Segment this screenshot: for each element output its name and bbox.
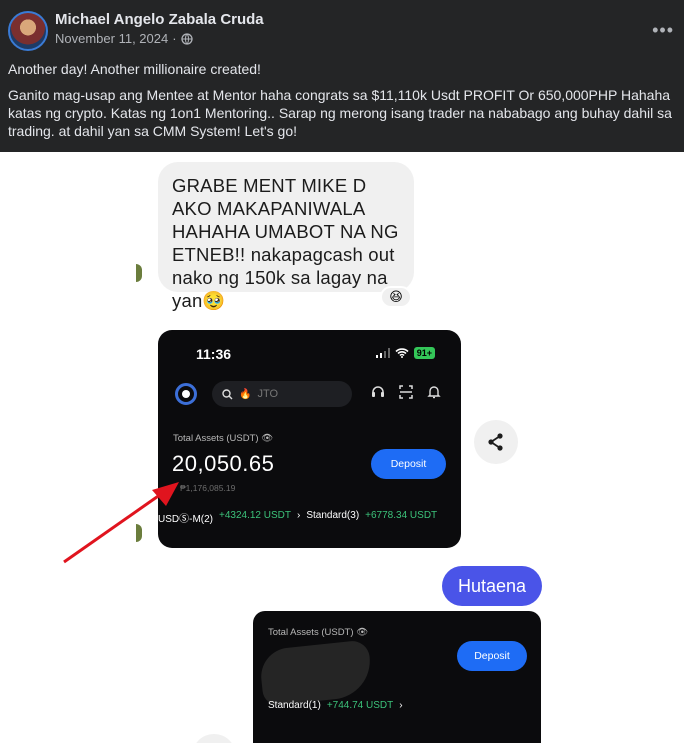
position-value-2: +6778.34 USDT: [365, 510, 438, 521]
author-avatar[interactable]: [8, 11, 48, 51]
status-time: 11:36: [196, 346, 232, 362]
globe-icon[interactable]: [180, 32, 193, 45]
position-value-1: +4324.12 USDT: [219, 510, 291, 521]
deposit-button-2[interactable]: Deposit: [457, 641, 527, 671]
total-assets-text-2: Total Assets (USDT): [268, 627, 354, 638]
status-bar-icons: 91+: [375, 347, 435, 359]
search-icon: [222, 388, 233, 399]
search-input[interactable]: 🔥 JTO: [212, 381, 352, 407]
eye-icon: 👁: [261, 433, 274, 444]
app-screenshot: 11:36 91+ 🔥 JTO Total Assets (USDT) 👁 20…: [158, 330, 461, 548]
total-assets-php: ₱1,176,085.19: [180, 483, 236, 493]
total-assets-label: Total Assets (USDT) 👁: [173, 433, 273, 444]
app-screenshot-2: Total Assets (USDT) 👁 Deposit Standard(1…: [253, 611, 541, 743]
deposit-button[interactable]: Deposit: [371, 449, 446, 479]
post-image[interactable]: GRABE MENT MIKE D AKO MAKAPANIWALA HAHAH…: [0, 152, 684, 743]
post-line-2: Ganito mag-usap ang Mentee at Mentor hah…: [8, 87, 672, 139]
total-assets-label-2: Total Assets (USDT) 👁: [268, 627, 368, 638]
red-arrow-annotation: [63, 482, 179, 564]
signal-icon: [375, 348, 390, 358]
positions-row: USDⓈ-M(2) +4324.12 USDT › Standard(3) +6…: [158, 510, 437, 525]
date-separator: ·: [172, 31, 177, 46]
battery-indicator: 91+: [413, 347, 435, 359]
redacted-value-scribble: [258, 639, 374, 707]
position-label-3: Standard(1): [268, 700, 321, 711]
chat-message-bubble: GRABE MENT MIKE D AKO MAKAPANIWALA HAHAH…: [158, 162, 414, 311]
author-name[interactable]: Michael Angelo Zabala Cruda: [55, 11, 264, 28]
positions-row-2: Standard(1) +744.74 USDT ›: [268, 700, 403, 711]
app-logo: [175, 383, 197, 405]
chevron-right-icon: ›: [399, 700, 403, 711]
post-date[interactable]: November 11, 2024: [55, 31, 168, 46]
wifi-icon: [395, 348, 409, 358]
bell-icon[interactable]: [427, 385, 441, 399]
post-line-1: Another day! Another millionaire created…: [8, 61, 261, 77]
post-meta: November 11, 2024 ·: [55, 31, 193, 46]
eye-icon: 👁: [356, 627, 369, 638]
position-value-3: +744.74 USDT: [326, 700, 394, 711]
reply-bubble: Hutaena: [442, 566, 542, 606]
position-label-2: Standard(3): [306, 510, 360, 521]
top-icons: [371, 385, 441, 399]
chevron-right-icon: ›: [297, 510, 301, 521]
total-assets-text: Total Assets (USDT): [173, 433, 259, 444]
headset-icon[interactable]: [371, 385, 385, 399]
scan-icon[interactable]: [399, 385, 413, 399]
post-header: Michael Angelo Zabala Cruda November 11,…: [0, 0, 684, 152]
partial-button: [192, 734, 236, 743]
flame-icon: 🔥: [239, 388, 252, 400]
more-icon[interactable]: •••: [652, 20, 674, 41]
share-icon[interactable]: [474, 420, 518, 464]
message-reaction: 😆: [380, 286, 412, 308]
sender-avatar: [136, 264, 142, 282]
total-assets-value: 20,050.65: [172, 451, 275, 476]
search-placeholder: JTO: [257, 388, 279, 400]
post-text: Another day! Another millionaire created…: [8, 60, 676, 148]
